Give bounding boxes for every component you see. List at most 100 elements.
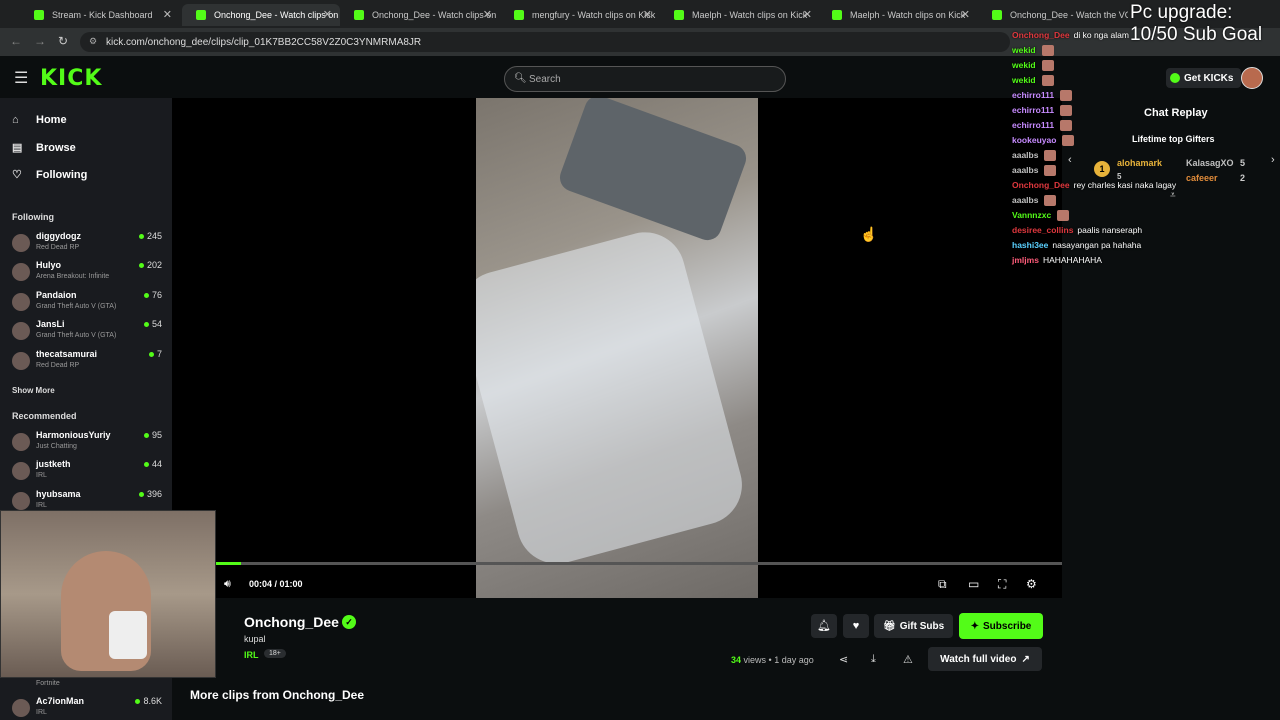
volume-icon[interactable]: 🔊︎ [224, 578, 231, 591]
video-frame [476, 98, 758, 598]
report-icon[interactable]: ⚠ [903, 653, 913, 666]
sidebar-item-home[interactable]: ⌂ Home [12, 114, 67, 126]
follow-heart-button[interactable]: ♥ [843, 614, 869, 638]
url-field[interactable]: ⚙ kick.com/onchong_dee/clips/clip_01K7BB… [80, 32, 1010, 52]
kick-favicon-icon [992, 10, 1002, 20]
overlay-chat-line: wekid [1012, 60, 1054, 72]
followed-channel[interactable]: diggydogz Red Dead RP 245 [12, 229, 162, 257]
chat-username: hashi3ee [1012, 240, 1049, 250]
live-dot-icon [138, 492, 144, 497]
kick-logo[interactable]: KICK [40, 66, 102, 91]
close-tab-icon[interactable]: ✕ [323, 8, 332, 21]
chat-username: jmljms [1012, 255, 1039, 265]
close-tab-icon[interactable]: ✕ [803, 8, 812, 21]
gift-icon: 🎁︎ [883, 620, 896, 632]
show-more-button[interactable]: Show More [12, 386, 55, 395]
expand-icon[interactable]: ⩡ [1170, 190, 1176, 201]
heart-icon: ♡ [12, 169, 22, 181]
emote-icon [1044, 165, 1057, 177]
chat-username: wekid [1012, 60, 1036, 70]
browser-tab[interactable]: Maelph - Watch clips on Kick ✕ [818, 4, 978, 26]
bell-icon: 🔔︎ [817, 620, 831, 632]
kick-favicon-icon [832, 10, 842, 20]
category-link[interactable]: IRL [244, 650, 259, 660]
close-tab-icon[interactable]: ✕ [163, 8, 172, 21]
clip-views: 34 views • 1 day ago [731, 655, 814, 665]
gifter-count: 5 [1240, 158, 1246, 168]
chevron-left-icon[interactable]: ‹ [1068, 154, 1072, 166]
close-tab-icon[interactable]: ✕ [483, 8, 492, 21]
kick-favicon-icon [674, 10, 684, 20]
site-info-icon[interactable]: ⚙ [89, 36, 97, 47]
overlay-chat-line: wekid [1012, 75, 1054, 87]
home-icon: ⌂ [12, 114, 19, 126]
emote-icon [1041, 60, 1054, 72]
miniplayer-icon[interactable]: ⧉ [938, 577, 947, 592]
followed-channel[interactable]: thecatsamurai Red Dead RP 7 [12, 347, 162, 375]
search-input[interactable]: 🔍︎ Search [504, 66, 786, 92]
gifter-count: 2 [1240, 173, 1246, 183]
chat-message: di ko nga alam [1073, 30, 1129, 40]
subscribe-button[interactable]: ✦ Subscribe [959, 613, 1043, 639]
followed-channel[interactable]: Hulyo Arena Breakout: Infinite 202 [12, 258, 162, 286]
gifter-name[interactable]: alohamark [1117, 158, 1162, 168]
viewer-count: 95 [143, 430, 162, 440]
close-tab-icon[interactable]: ✕ [643, 8, 652, 21]
gifter-name[interactable]: cafeeer [1186, 173, 1218, 183]
video-content-bag [476, 223, 751, 573]
kick-favicon-icon [514, 10, 524, 20]
browser-tab[interactable]: mengfury - Watch clips on Kick ✕ [500, 4, 660, 26]
notification-bell-button[interactable]: 🔔︎ [811, 614, 837, 638]
followed-channel[interactable]: Pandaion Grand Theft Auto V (GTA) 76 [12, 288, 162, 316]
forward-icon[interactable]: → [34, 34, 46, 48]
back-icon[interactable]: ← [10, 34, 22, 48]
followed-channel[interactable]: JansLi Grand Theft Auto V (GTA) 54 [12, 317, 162, 345]
browser-tab[interactable]: Onchong_Dee - Watch clips on ✕ [340, 4, 500, 26]
gifter-name[interactable]: KalasagXO [1186, 158, 1234, 168]
recommended-channel[interactable]: Ac7ionMan IRL 8.6K [12, 694, 162, 720]
recommended-section-title: Recommended [12, 411, 77, 421]
emote-icon [1060, 105, 1073, 117]
browser-tab[interactable]: Stream - Kick Dashboard ✕ [20, 4, 180, 26]
overlay-chat-line: Onchong_Dee rey charles kasi naka lagay [1012, 180, 1176, 190]
sub-goal-overlay: Pc upgrade: 10/50 Sub Goal [1130, 2, 1263, 45]
progress-fill [216, 562, 242, 565]
progress-bar[interactable] [216, 562, 1062, 565]
viewer-count: 8.6K [135, 696, 162, 706]
download-icon[interactable]: ⤓ [871, 653, 876, 666]
browser-tab[interactable]: Onchong_Dee - Watch the VOI [978, 4, 1128, 26]
viewer-count: 7 [148, 349, 162, 359]
fullscreen-icon[interactable]: ⛶ [998, 577, 1006, 592]
emote-icon [1060, 120, 1073, 132]
emote-icon [1062, 135, 1075, 147]
external-link-icon: ↗ [1021, 653, 1030, 665]
avatar [12, 263, 30, 281]
recommended-channel[interactable]: HarmoniousYuriy Just Chatting 95 [12, 428, 162, 456]
close-tab-icon[interactable]: ✕ [961, 8, 970, 21]
chat-username: wekid [1012, 45, 1036, 55]
video-player[interactable]: 🔊︎ 00:04 / 01:00 ⧉ ▭ ⛶ ⚙ [172, 98, 1062, 598]
chevron-right-icon[interactable]: › [1271, 154, 1275, 166]
microphone [109, 611, 147, 659]
settings-icon[interactable]: ⚙ [1026, 577, 1037, 591]
recommended-channel[interactable]: justketh IRL 44 [12, 457, 162, 485]
sidebar-item-following[interactable]: ♡ Following [12, 168, 87, 182]
get-kicks-button[interactable]: Get KICKs [1166, 68, 1242, 88]
theater-mode-icon[interactable]: ▭ [968, 577, 979, 591]
chat-username: kookeuyao [1012, 135, 1057, 145]
watch-full-video-button[interactable]: Watch full video ↗ [928, 647, 1042, 671]
chat-username: Onchong_Dee [1012, 180, 1070, 190]
channel-name[interactable]: Onchong_Dee [244, 614, 339, 630]
reload-icon[interactable]: ↻ [58, 34, 68, 48]
kick-favicon-icon [34, 10, 44, 20]
browser-tab-active[interactable]: Onchong_Dee - Watch clips on ✕ [182, 4, 340, 26]
user-avatar[interactable] [1241, 67, 1263, 89]
viewer-count: 396 [138, 489, 162, 499]
overlay-chat-line: Vannnzxc [1012, 210, 1070, 222]
menu-icon[interactable]: ☰ [14, 68, 28, 88]
gift-subs-button[interactable]: 🎁︎ Gift Subs [874, 614, 954, 638]
sidebar-item-browse[interactable]: ▤ Browse [12, 141, 76, 155]
emote-icon [1041, 75, 1054, 87]
browser-tab[interactable]: Maelph - Watch clips on Kick ✕ [660, 4, 820, 26]
share-icon[interactable]: ⋖ [839, 653, 848, 666]
